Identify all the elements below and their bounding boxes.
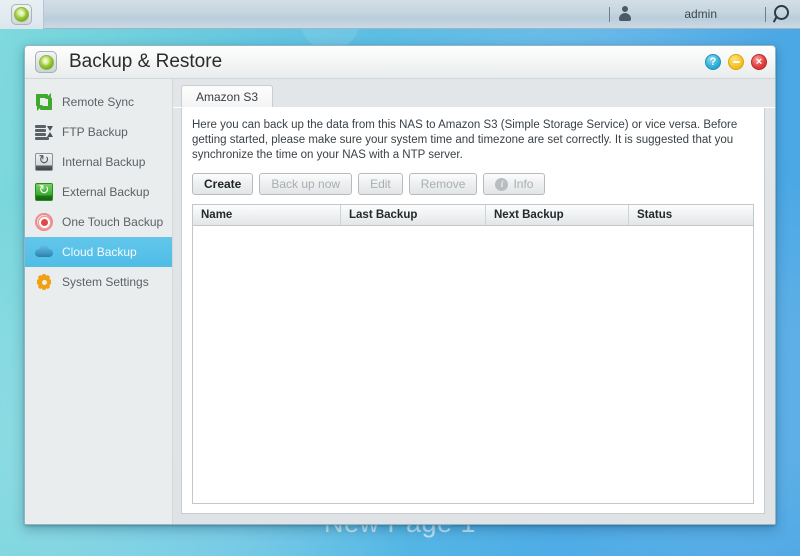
info-button-label: Info — [513, 177, 534, 191]
taskbar-right-group: admin — [605, 0, 800, 29]
edit-button[interactable]: Edit — [358, 173, 403, 195]
tab-strip: Amazon S3 — [173, 85, 775, 108]
sidebar-item-label: System Settings — [62, 275, 149, 289]
internal-drive-icon — [35, 152, 53, 171]
taskbar-user-item[interactable]: admin — [605, 0, 761, 29]
info-icon: i — [495, 177, 509, 191]
sidebar-item-external-backup[interactable]: External Backup — [25, 177, 172, 207]
window-titlebar[interactable]: Backup & Restore ? × — [25, 46, 775, 79]
power-logo-icon — [11, 3, 32, 25]
sidebar-item-label: FTP Backup — [62, 125, 128, 139]
sidebar: Remote Sync FTP Backup Internal Backup E… — [25, 79, 173, 524]
gear-icon — [35, 273, 53, 291]
table-header-row: Name Last Backup Next Backup Status — [193, 205, 753, 226]
external-drive-icon — [35, 182, 53, 201]
taskbar-separator — [765, 6, 766, 22]
minimize-button[interactable] — [728, 54, 744, 70]
window-app-icon — [35, 51, 57, 73]
panel-description: Here you can back up the data from this … — [192, 119, 738, 161]
tab-panel-amazon-s3: Here you can back up the data from this … — [181, 108, 765, 514]
top-taskbar: admin — [0, 0, 800, 29]
info-button[interactable]: i Info — [483, 173, 546, 195]
content-pane: Amazon S3 Here you can back up the data … — [173, 79, 775, 524]
user-icon — [617, 6, 632, 22]
sidebar-item-cloud-backup[interactable]: Cloud Backup — [25, 237, 172, 267]
column-header-last-backup[interactable]: Last Backup — [341, 205, 486, 225]
sidebar-item-one-touch-backup[interactable]: One Touch Backup — [25, 207, 172, 237]
close-button[interactable]: × — [751, 54, 767, 70]
sidebar-item-ftp-backup[interactable]: FTP Backup — [25, 117, 172, 147]
sync-arrows-icon — [35, 93, 53, 111]
backup-jobs-table: Name Last Backup Next Backup Status — [192, 204, 754, 504]
column-header-next-backup[interactable]: Next Backup — [486, 205, 629, 225]
taskbar-separator — [609, 6, 611, 22]
action-button-row: Create Back up now Edit Remove i Info — [192, 173, 754, 195]
ftp-transfer-icon — [35, 123, 53, 141]
help-button[interactable]: ? — [705, 54, 721, 70]
sidebar-item-label: Remote Sync — [62, 95, 135, 109]
window-title: Backup & Restore — [69, 51, 223, 72]
sidebar-item-label: Cloud Backup — [62, 245, 137, 259]
cloud-icon — [35, 243, 53, 261]
table-body-empty — [193, 226, 753, 503]
sidebar-item-internal-backup[interactable]: Internal Backup — [25, 147, 172, 177]
back-up-now-button[interactable]: Back up now — [259, 173, 353, 195]
remove-button[interactable]: Remove — [408, 173, 478, 195]
one-touch-target-icon — [35, 213, 53, 231]
tab-amazon-s3[interactable]: Amazon S3 — [181, 85, 274, 107]
column-header-name[interactable]: Name — [193, 205, 341, 225]
backup-restore-window: Backup & Restore ? × Remote Sync FTP Bac… — [24, 45, 776, 525]
sidebar-item-label: Internal Backup — [62, 155, 146, 169]
create-button[interactable]: Create — [192, 173, 254, 195]
sidebar-item-label: External Backup — [62, 185, 150, 199]
column-header-status[interactable]: Status — [629, 205, 753, 225]
sidebar-item-remote-sync[interactable]: Remote Sync — [25, 87, 172, 117]
taskbar-logo-button[interactable] — [0, 0, 44, 29]
taskbar-username: admin — [684, 7, 717, 21]
window-controls: ? × — [705, 54, 767, 70]
sidebar-item-system-settings[interactable]: System Settings — [25, 267, 172, 297]
taskbar-search-item[interactable] — [761, 0, 790, 29]
window-body: Remote Sync FTP Backup Internal Backup E… — [25, 79, 775, 524]
search-icon[interactable] — [773, 5, 790, 23]
sidebar-item-label: One Touch Backup — [62, 215, 164, 229]
